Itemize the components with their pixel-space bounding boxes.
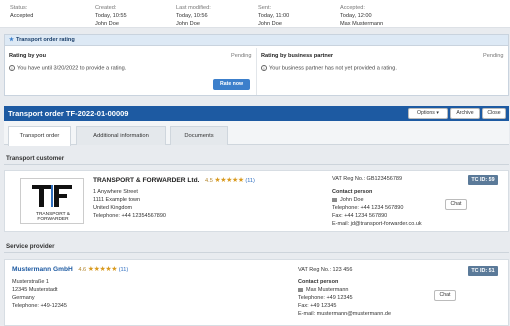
archive-button[interactable]: Archive: [450, 108, 480, 119]
provider-contact-name-row: Max Mustermann: [298, 286, 391, 294]
provider-section-title: Service provider: [6, 243, 55, 250]
provider-rating-value: 4.6: [78, 267, 87, 273]
customer-rating-stars: ★★★★★: [214, 177, 244, 184]
provider-address: Musterstraße 1 12345 Musterstadt Germany…: [12, 278, 67, 310]
tab-documents[interactable]: Documents: [170, 126, 228, 145]
info-icon: i: [9, 65, 15, 71]
customer-name-row: TRANSPORT & FORWARDER Ltd. 4.5 ★★★★★ (11…: [93, 176, 255, 184]
provider-rating-count[interactable]: (11): [119, 267, 129, 273]
rating-divider: [256, 48, 257, 95]
provider-address-line1: Musterstraße 1: [12, 279, 49, 285]
status-column: Status: Accepted: [10, 4, 33, 20]
provider-contact-label: Contact person: [298, 279, 339, 285]
provider-divider: [4, 252, 509, 253]
customer-contact-label: Contact person: [332, 189, 373, 195]
customer-contact-fax: Fax: +44 1234 567890: [332, 213, 388, 219]
provider-tc-id-badge: TC ID: 51: [468, 266, 498, 276]
provider-country: Germany: [12, 295, 35, 301]
provider-contact-name: Max Mustermann: [306, 287, 349, 293]
created-by: John Doe: [95, 21, 119, 27]
customer-chat-button[interactable]: Chat: [445, 199, 467, 210]
modified-label: Last modified:: [176, 5, 211, 11]
rating-by-you-message: i You have until 3/20/2022 to provide a r…: [9, 65, 126, 71]
star-icon: ★: [9, 37, 15, 43]
customer-contact-email[interactable]: E-mail: jd@transport-forwarder.co.uk: [332, 220, 422, 228]
provider-name-row: Mustermann GmbH 4.6 ★★★★★ (11): [12, 265, 128, 273]
created-date: Today, 10:55: [95, 13, 127, 19]
provider-rating-stars: ★★★★★: [87, 266, 118, 273]
modified-date: Today, 10:56: [176, 13, 208, 19]
customer-divider: [4, 164, 509, 165]
rating-by-you-text: You have until 3/20/2022 to provide a ra…: [17, 65, 127, 72]
company-logo: TRANSPORT & FORWARDER: [20, 178, 84, 224]
accepted-label: Accepted:: [340, 5, 365, 11]
rating-by-partner-text: Your business partner has not yet provid…: [269, 65, 397, 72]
rating-by-partner-status: Pending: [483, 53, 504, 59]
provider-name[interactable]: Mustermann GmbH: [12, 266, 73, 273]
provider-contact-email[interactable]: E-mail: mustermann@mustermann.de: [298, 310, 391, 318]
customer-contact: Contact person John Doe Telephone: +44 1…: [332, 188, 422, 228]
rating-header: ★ Transport order rating: [5, 35, 508, 46]
customer-vat: VAT Reg No.: GB123456789: [332, 176, 403, 182]
rating-by-you-status: Pending: [231, 53, 252, 59]
tab-transport-order[interactable]: Transport order: [8, 126, 71, 146]
customer-rating-value: 4.5: [205, 178, 213, 184]
customer-address-line1: 1 Anywhere Street: [93, 189, 138, 195]
provider-chat-button[interactable]: Chat: [434, 290, 456, 301]
options-button[interactable]: Options ▾: [408, 108, 448, 119]
provider-address-line2: 12345 Musterstadt: [12, 287, 58, 293]
provider-vat: VAT Reg No.: 123 456: [298, 267, 353, 273]
sent-by: John Doe: [258, 21, 282, 27]
sent-label: Sent:: [258, 5, 272, 11]
status-label: Status:: [10, 5, 28, 11]
tab-bar: Transport order Additional information D…: [4, 121, 509, 146]
status-bar: Status: Accepted Created: Today, 10:55 J…: [0, 0, 510, 28]
customer-name[interactable]: TRANSPORT & FORWARDER Ltd.: [93, 177, 199, 184]
rating-by-partner-message: i Your business partner has not yet provi…: [261, 65, 397, 71]
modified-column: Last modified: Today, 10:56 John Doe: [176, 4, 211, 28]
accepted-by: Max Mustermann: [340, 21, 384, 27]
provider-telephone: Telephone: +49-12345: [12, 303, 67, 309]
tab-additional-information[interactable]: Additional information: [76, 126, 166, 145]
customer-contact-name-row: John Doe: [332, 196, 422, 204]
customer-address-line2: 1111 Example town: [93, 197, 141, 203]
rating-by-you-title: Rating by you: [9, 53, 46, 59]
customer-country: United Kingdom: [93, 205, 133, 211]
customer-section-title: Transport customer: [6, 155, 65, 162]
created-column: Created: Today, 10:55 John Doe: [95, 4, 127, 28]
accepted-column: Accepted: Today, 12:00 Max Mustermann: [340, 4, 383, 28]
provider-contact-fax: Fax: +49 12345: [298, 303, 337, 309]
customer-rating-count[interactable]: (11): [245, 178, 255, 184]
modified-by: John Doe: [176, 21, 200, 27]
rating-header-title: Transport order rating: [16, 37, 75, 43]
accepted-date: Today, 12:00: [340, 13, 372, 19]
customer-contact-name: John Doe: [340, 197, 364, 203]
provider-contact: Contact person Max Mustermann Telephone:…: [298, 278, 391, 318]
caret-down-icon: ▾: [436, 110, 439, 116]
close-button[interactable]: Close: [482, 108, 506, 119]
rating-card: ★ Transport order rating Rating by you Pe…: [4, 34, 509, 96]
logo-text: TRANSPORT & FORWARDER: [36, 212, 70, 222]
info-icon: i: [261, 65, 267, 71]
options-label: Options: [417, 110, 435, 116]
sent-column: Sent: Today, 11:00 John Doe: [258, 4, 289, 28]
customer-address: 1 Anywhere Street 1111 Example town Unit…: [93, 188, 166, 220]
rate-now-button[interactable]: Rate now: [213, 79, 250, 90]
customer-tc-id-badge: TC ID: 59: [468, 175, 498, 185]
person-icon: [298, 287, 303, 292]
customer-contact-telephone: Telephone: +44 1234 567890: [332, 205, 404, 211]
rating-by-partner-title: Rating by business partner: [261, 53, 334, 59]
order-title: Transport order TF-2022-01-00009: [8, 109, 129, 118]
status-value: Accepted: [10, 13, 34, 19]
created-label: Created:: [95, 5, 117, 11]
provider-contact-telephone: Telephone: +49 12345: [298, 295, 353, 301]
sent-date: Today, 11:00: [258, 13, 290, 19]
customer-telephone: Telephone: +44 12354567890: [93, 213, 166, 219]
person-icon: [332, 197, 337, 202]
order-title-bar: Transport order TF-2022-01-00009 Options…: [4, 106, 509, 121]
